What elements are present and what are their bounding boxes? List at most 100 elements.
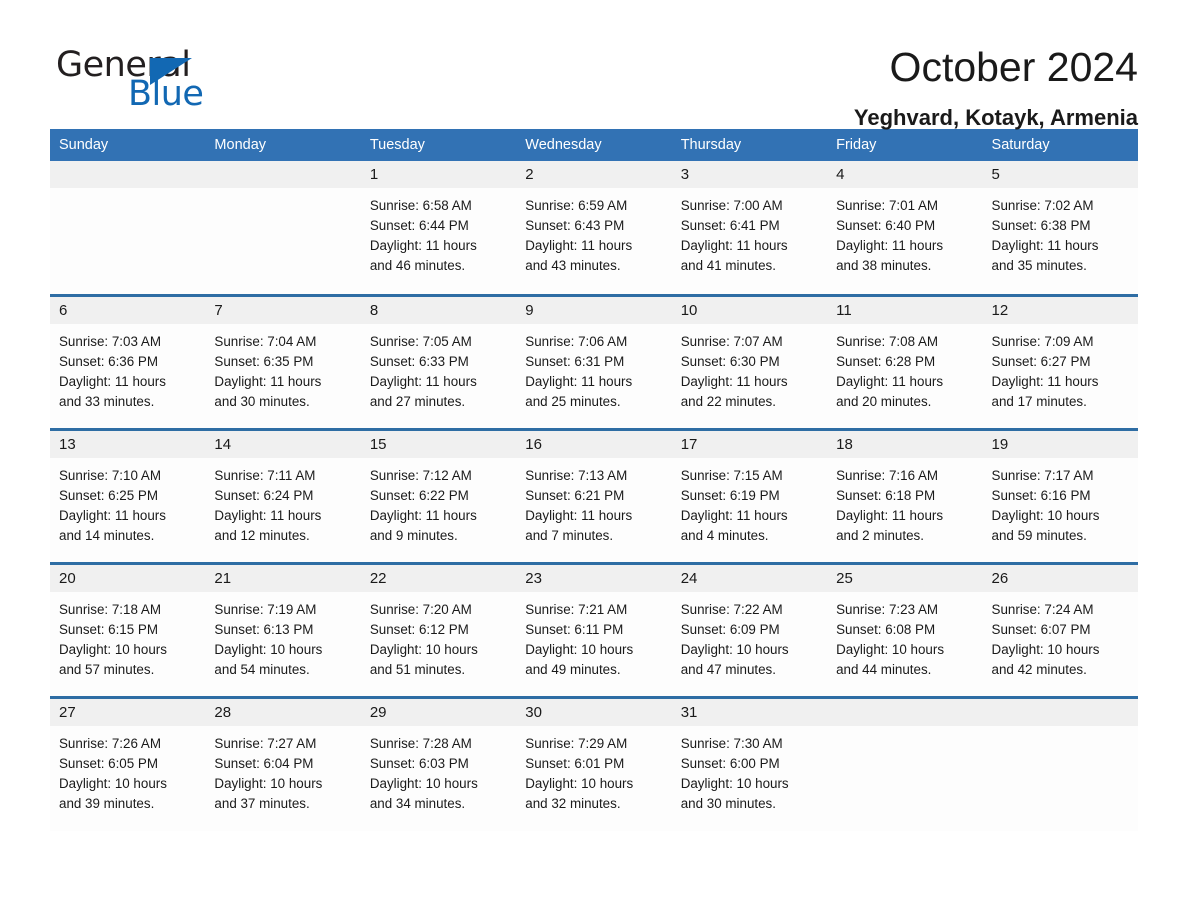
- day-detail-line: Sunset: 6:09 PM: [680, 621, 780, 637]
- day-detail-line: Sunset: 6:07 PM: [991, 621, 1091, 637]
- day-details: Sunrise: 7:00 AM Sunset: 6:41 PM Daylight:…: [672, 188, 827, 276]
- day-number: 19: [982, 430, 1138, 458]
- day-detail-line: and 43 minutes.: [525, 258, 621, 273]
- calendar-day-cell[interactable]: 21 Sunrise: 7:19 AM Sunset: 6:13 PM Dayligh…: [205, 561, 361, 697]
- weekday-header-monday: Monday: [205, 129, 361, 161]
- day-detail-line: Sunrise: 7:28 AM: [369, 735, 472, 751]
- day-details: Sunrise: 7:22 AM Sunset: 6:09 PM Daylight:…: [672, 592, 827, 680]
- day-detail-line: Daylight: 11 hours: [525, 507, 633, 523]
- calendar-day-cell[interactable]: 13 Sunrise: 7:10 AM Sunset: 6:25 PM Dayligh…: [50, 427, 206, 563]
- calendar-day-cell[interactable]: 26 Sunrise: 7:24 AM Sunset: 6:07 PM Dayligh…: [982, 561, 1138, 697]
- calendar-day-cell[interactable]: 29 Sunrise: 7:28 AM Sunset: 6:03 PM Dayligh…: [360, 695, 517, 831]
- day-detail-line: Sunrise: 7:16 AM: [836, 467, 939, 483]
- day-number: [205, 161, 361, 188]
- day-details: Sunrise: 7:20 AM Sunset: 6:12 PM Daylight:…: [361, 592, 516, 680]
- calendar-day-cell[interactable]: 3 Sunrise: 7:00 AM Sunset: 6:41 PM Daylight…: [671, 161, 828, 295]
- day-detail-line: Sunrise: 7:29 AM: [525, 735, 628, 751]
- page-subtitle: Yeghvard, Kotayk, Armenia: [853, 105, 1138, 131]
- calendar-day-cell[interactable]: 27 Sunrise: 7:26 AM Sunset: 6:05 PM Dayligh…: [50, 695, 206, 831]
- day-detail-line: Sunrise: 7:04 AM: [214, 333, 317, 349]
- day-detail-line: Sunrise: 7:08 AM: [836, 333, 939, 349]
- day-detail-line: and 9 minutes.: [369, 527, 458, 543]
- calendar-day-cell[interactable]: 14 Sunrise: 7:11 AM Sunset: 6:24 PM Dayligh…: [205, 427, 361, 563]
- day-details: Sunrise: 7:04 AM Sunset: 6:35 PM Daylight:…: [205, 324, 360, 412]
- day-detail-line: Daylight: 10 hours: [214, 775, 323, 791]
- calendar-day-cell[interactable]: 19 Sunrise: 7:17 AM Sunset: 6:16 PM Dayligh…: [982, 427, 1138, 563]
- weekday-header-thursday: Thursday: [671, 129, 828, 161]
- calendar-day-cell[interactable]: 18 Sunrise: 7:16 AM Sunset: 6:18 PM Dayligh…: [827, 427, 983, 563]
- weekday-header-sunday: Sunday: [50, 129, 206, 161]
- day-detail-line: and 14 minutes.: [59, 527, 155, 543]
- calendar-day-cell[interactable]: 25 Sunrise: 7:23 AM Sunset: 6:08 PM Dayligh…: [827, 561, 983, 697]
- day-number: [50, 161, 206, 188]
- day-detail-line: Sunrise: 7:01 AM: [836, 198, 939, 213]
- calendar-day-cell[interactable]: 1 Sunrise: 6:58 AM Sunset: 6:44 PM Daylight…: [360, 161, 517, 295]
- day-detail-line: Sunset: 6:27 PM: [991, 353, 1091, 369]
- day-details: Sunrise: 7:30 AM Sunset: 6:00 PM Daylight:…: [672, 726, 827, 814]
- day-details: Sunrise: 6:59 AM Sunset: 6:43 PM Daylight:…: [516, 188, 671, 276]
- calendar-day-cell[interactable]: 11 Sunrise: 7:08 AM Sunset: 6:28 PM Dayligh…: [827, 293, 983, 429]
- day-details: Sunrise: 7:19 AM Sunset: 6:13 PM Daylight:…: [205, 592, 360, 680]
- day-details: Sunrise: 7:27 AM Sunset: 6:04 PM Daylight:…: [205, 726, 360, 814]
- calendar-day-cell[interactable]: 8 Sunrise: 7:05 AM Sunset: 6:33 PM Daylight…: [360, 293, 517, 429]
- day-number: 16: [516, 430, 672, 458]
- calendar-day-cell[interactable]: 24 Sunrise: 7:22 AM Sunset: 6:09 PM Dayligh…: [671, 561, 828, 697]
- day-detail-line: and 7 minutes.: [525, 527, 614, 543]
- calendar-page: General Blue October 2024 Yeghvard, Kota…: [0, 0, 1188, 918]
- page-title: October 2024: [889, 44, 1138, 90]
- day-number: 30: [516, 698, 672, 726]
- calendar-day-cell[interactable]: 12 Sunrise: 7:09 AM Sunset: 6:27 PM Dayligh…: [982, 293, 1138, 429]
- day-detail-line: and 54 minutes.: [214, 661, 310, 677]
- calendar-day-cell[interactable]: 6 Sunrise: 7:03 AM Sunset: 6:36 PM Daylight…: [50, 293, 206, 429]
- day-detail-line: Sunrise: 7:07 AM: [680, 333, 783, 349]
- calendar-day-cell[interactable]: 22 Sunrise: 7:20 AM Sunset: 6:12 PM Dayligh…: [360, 561, 517, 697]
- calendar-day-cell[interactable]: 20 Sunrise: 7:18 AM Sunset: 6:15 PM Dayligh…: [50, 561, 206, 697]
- day-detail-line: Daylight: 11 hours: [369, 373, 477, 389]
- day-detail-line: Sunrise: 7:00 AM: [680, 198, 783, 213]
- day-details: Sunrise: 7:23 AM Sunset: 6:08 PM Daylight:…: [827, 592, 982, 680]
- calendar-day-cell[interactable]: 30 Sunrise: 7:29 AM Sunset: 6:01 PM Dayligh…: [516, 695, 672, 831]
- calendar-day-cell[interactable]: 4 Sunrise: 7:01 AM Sunset: 6:40 PM Daylight…: [827, 161, 983, 295]
- day-detail-line: Sunset: 6:36 PM: [59, 353, 158, 369]
- day-detail-line: Sunrise: 7:18 AM: [59, 601, 161, 617]
- calendar-day-cell[interactable]: 5 Sunrise: 7:02 AM Sunset: 6:38 PM Daylight…: [982, 161, 1138, 295]
- day-detail-line: Sunrise: 7:30 AM: [680, 735, 783, 751]
- day-detail-line: and 30 minutes.: [214, 393, 310, 409]
- calendar-week-row: 13 Sunrise: 7:10 AM Sunset: 6:25 PM Dayligh…: [50, 427, 1138, 563]
- day-detail-line: Daylight: 10 hours: [525, 641, 634, 657]
- day-detail-line: Sunset: 6:28 PM: [836, 353, 936, 369]
- day-detail-line: Daylight: 11 hours: [680, 238, 788, 253]
- calendar-week-row: 20 Sunrise: 7:18 AM Sunset: 6:15 PM Dayligh…: [50, 561, 1138, 697]
- day-detail-line: Sunset: 6:31 PM: [525, 353, 625, 369]
- day-number: [827, 698, 983, 726]
- day-detail-line: and 34 minutes.: [369, 795, 466, 811]
- day-number: 2: [516, 161, 672, 188]
- calendar-day-cell[interactable]: 23 Sunrise: 7:21 AM Sunset: 6:11 PM Dayligh…: [516, 561, 672, 697]
- calendar-day-cell[interactable]: 28 Sunrise: 7:27 AM Sunset: 6:04 PM Dayligh…: [205, 695, 361, 831]
- day-number: 3: [671, 161, 828, 188]
- day-detail-line: and 42 minutes.: [991, 661, 1087, 677]
- calendar-day-cell[interactable]: 15 Sunrise: 7:12 AM Sunset: 6:22 PM Dayligh…: [360, 427, 517, 563]
- calendar-day-cell[interactable]: 16 Sunrise: 7:13 AM Sunset: 6:21 PM Dayligh…: [516, 427, 672, 563]
- calendar-day-cell[interactable]: 2 Sunrise: 6:59 AM Sunset: 6:43 PM Daylight…: [516, 161, 672, 295]
- calendar-day-cell[interactable]: 17 Sunrise: 7:15 AM Sunset: 6:19 PM Dayligh…: [671, 427, 828, 563]
- day-details: Sunrise: 7:10 AM Sunset: 6:25 PM Daylight:…: [50, 458, 205, 546]
- calendar-day-cell[interactable]: 31 Sunrise: 7:30 AM Sunset: 6:00 PM Dayligh…: [671, 695, 828, 831]
- generalblue-logo: General Blue: [50, 44, 300, 114]
- day-number: 15: [360, 430, 517, 458]
- calendar-day-cell[interactable]: 7 Sunrise: 7:04 AM Sunset: 6:35 PM Daylight…: [205, 293, 361, 429]
- calendar-day-cell[interactable]: 10 Sunrise: 7:07 AM Sunset: 6:30 PM Dayligh…: [671, 293, 828, 429]
- title-block: October 2024 Yeghvard, Kotayk, Armenia: [854, 44, 1138, 131]
- calendar-week-row: 27 Sunrise: 7:26 AM Sunset: 6:05 PM Dayligh…: [50, 695, 1138, 831]
- day-detail-line: and 51 minutes.: [369, 661, 466, 677]
- day-detail-line: Sunset: 6:44 PM: [369, 218, 469, 233]
- day-details: Sunrise: 7:13 AM Sunset: 6:21 PM Daylight:…: [516, 458, 671, 546]
- day-detail-line: Sunrise: 7:05 AM: [369, 333, 472, 349]
- day-number: 20: [50, 564, 206, 592]
- weekday-header-wednesday: Wednesday: [516, 129, 672, 161]
- day-number: 6: [50, 296, 206, 324]
- day-details: Sunrise: 7:17 AM Sunset: 6:16 PM Daylight:…: [983, 458, 1138, 546]
- day-detail-line: Daylight: 10 hours: [680, 641, 789, 657]
- day-detail-line: Sunrise: 7:26 AM: [59, 735, 161, 751]
- calendar-day-cell[interactable]: 9 Sunrise: 7:06 AM Sunset: 6:31 PM Daylight…: [516, 293, 672, 429]
